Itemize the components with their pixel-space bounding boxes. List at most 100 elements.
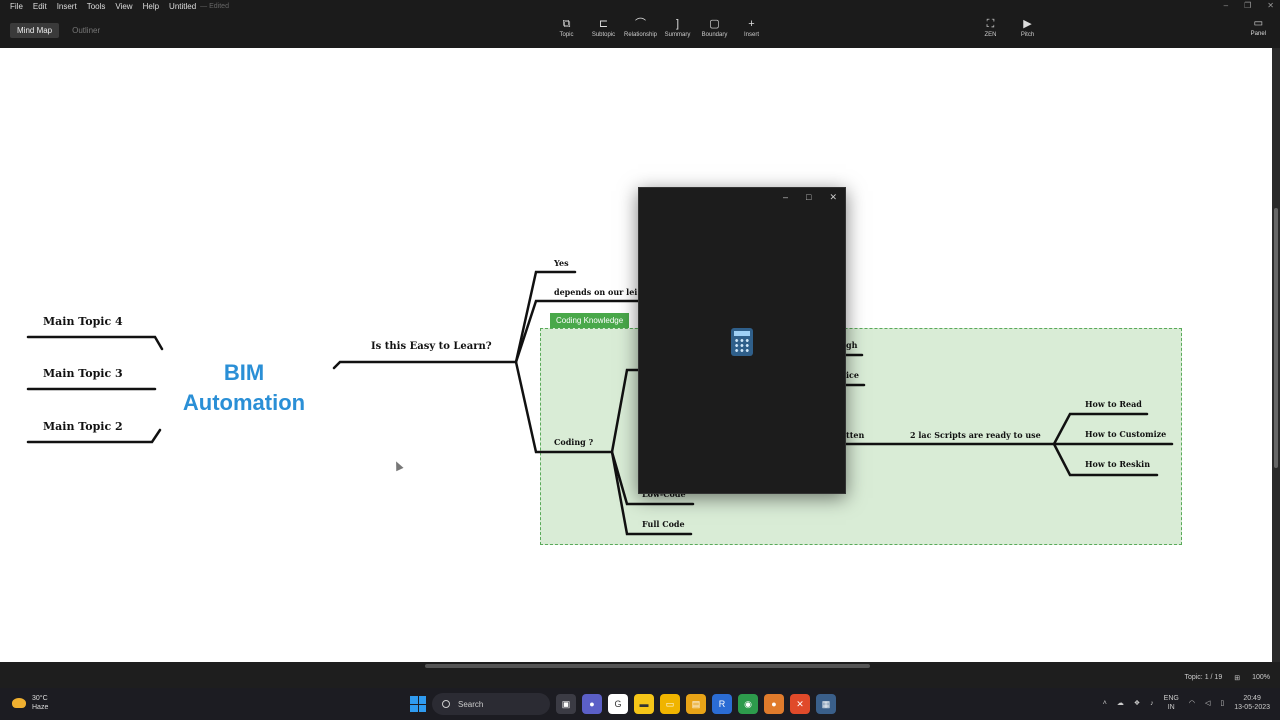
chat-icon[interactable]: ● bbox=[582, 694, 602, 714]
main-topic-4[interactable]: Main Topic 4 bbox=[43, 315, 123, 328]
menu-file[interactable]: File bbox=[10, 2, 23, 11]
main-topic-3[interactable]: Main Topic 3 bbox=[43, 367, 123, 380]
chevron-up-icon[interactable]: ˄ bbox=[1103, 700, 1107, 707]
central-topic[interactable]: BIM Automation bbox=[168, 358, 320, 418]
title-bar: File Edit Insert Tools View Help Untitle… bbox=[0, 0, 1280, 48]
answer-yes[interactable]: Yes bbox=[554, 258, 569, 268]
subtopic-icon: ⊏ bbox=[598, 18, 609, 30]
calculator-taskbar-icon[interactable]: ▦ bbox=[816, 694, 836, 714]
boundary-button[interactable]: ▢ Boundary bbox=[696, 17, 733, 38]
relationship-button[interactable]: ⌒ Relationship bbox=[622, 17, 659, 38]
zen-label: ZEN bbox=[984, 32, 997, 38]
boundary-icon: ▢ bbox=[709, 18, 720, 30]
search-placeholder: Search bbox=[458, 699, 484, 709]
revit-icon[interactable]: R bbox=[712, 694, 732, 714]
main-branch-topic[interactable]: Is this Easy to Learn? bbox=[371, 341, 492, 352]
calculator-window[interactable]: – □ ✕ bbox=[638, 187, 846, 494]
windows-start-icon[interactable] bbox=[410, 696, 426, 712]
task-view-icon[interactable]: ▣ bbox=[556, 694, 576, 714]
relationship-label: Relationship bbox=[623, 32, 658, 38]
insert-button[interactable]: + Insert bbox=[733, 17, 770, 38]
cloud-icon[interactable]: ☁ bbox=[1117, 699, 1124, 707]
menu-view[interactable]: View bbox=[115, 2, 132, 11]
edited-indicator: — Edited bbox=[200, 3, 229, 10]
clock[interactable]: 20:49 13-05-2023 bbox=[1234, 694, 1270, 712]
battery-icon[interactable]: ▯ bbox=[1220, 699, 1224, 707]
zen-button[interactable]: ⛶ ZEN bbox=[972, 17, 1009, 38]
close-icon[interactable]: ✕ bbox=[829, 192, 837, 203]
status-info: Topic: 1 / 19 ⊞ 100% bbox=[1184, 674, 1270, 682]
panel-label: Panel bbox=[1250, 31, 1266, 37]
panel-icon: ▭ bbox=[1253, 18, 1264, 29]
close-icon[interactable]: ✕ bbox=[1267, 1, 1274, 10]
menu-tools[interactable]: Tools bbox=[87, 2, 106, 11]
subtopic-button[interactable]: ⊏ Subtopic bbox=[585, 17, 622, 38]
summary-label: Summary bbox=[664, 32, 691, 38]
answer-depends[interactable]: depends on our lei bbox=[554, 287, 637, 297]
vertical-scroll-thumb[interactable] bbox=[1274, 208, 1278, 468]
map-icon[interactable]: ⊞ bbox=[1234, 674, 1240, 682]
restore-icon[interactable]: ❐ bbox=[1244, 1, 1251, 10]
coding-topic[interactable]: Coding ? bbox=[554, 437, 593, 447]
insert-label: Insert bbox=[743, 32, 759, 38]
relationship-icon: ⌒ bbox=[635, 18, 646, 30]
topic-button[interactable]: ⧉ Topic bbox=[548, 17, 585, 38]
volume-icon[interactable]: ◁ bbox=[1205, 699, 1210, 707]
mindmap-canvas[interactable]: Coding Knowledge Main Topic 4 Main Topic… bbox=[0, 48, 1272, 662]
tab-mind-map[interactable]: Mind Map bbox=[10, 23, 60, 38]
sticky-notes-icon[interactable]: ▬ bbox=[634, 694, 654, 714]
time: 20:49 bbox=[1243, 695, 1261, 702]
weather-condition: Haze bbox=[32, 704, 49, 711]
minimize-icon[interactable]: – bbox=[783, 192, 788, 203]
pitch-button[interactable]: ▶ Pitch bbox=[1009, 17, 1046, 38]
xmind-icon[interactable]: ✕ bbox=[790, 694, 810, 714]
summary-button[interactable]: ] Summary bbox=[659, 17, 696, 38]
main-toolbar: ⧉ Topic ⊏ Subtopic ⌒ Relationship ] Summ… bbox=[548, 17, 770, 38]
scripts-topic[interactable]: 2 lac Scripts are ready to use bbox=[910, 430, 1041, 440]
view-toolbar: ⛶ ZEN ▶ Pitch bbox=[972, 17, 1046, 38]
tab-outliner[interactable]: Outliner bbox=[65, 23, 107, 38]
taskbar-search[interactable]: Search bbox=[432, 693, 550, 715]
search-icon bbox=[442, 700, 450, 708]
dropbox-icon[interactable]: ❖ bbox=[1134, 699, 1140, 707]
topic-count: Topic: 1 / 19 bbox=[1184, 674, 1223, 681]
wifi-icon[interactable]: ◠ bbox=[1189, 699, 1195, 707]
partial-topic-3[interactable]: tten bbox=[846, 430, 864, 440]
language-indicator[interactable]: ENG IN bbox=[1164, 694, 1179, 712]
zoom-level[interactable]: 100% bbox=[1252, 674, 1270, 682]
menu-help[interactable]: Help bbox=[143, 2, 159, 11]
google-app-icon[interactable]: G bbox=[608, 694, 628, 714]
calculator-window-controls: – □ ✕ bbox=[783, 192, 837, 203]
chrome-icon[interactable]: ◉ bbox=[738, 694, 758, 714]
status-bar: Topic: 1 / 19 ⊞ 100% bbox=[0, 662, 1280, 688]
how-to-read-topic[interactable]: How to Read bbox=[1085, 399, 1142, 409]
full-code-topic[interactable]: Full Code bbox=[642, 519, 685, 529]
central-topic-line-2: Automation bbox=[182, 390, 306, 415]
menu-edit[interactable]: Edit bbox=[33, 2, 47, 11]
weather-widget[interactable]: 30°C Haze bbox=[12, 694, 48, 712]
view-tabs: Mind Map Outliner bbox=[10, 23, 107, 38]
folder-icon[interactable]: ▭ bbox=[660, 694, 680, 714]
taskbar: 30°C Haze Search ▣ ● G ▬ ▭ ▤ R ◉ ● ✕ ▦ ˄… bbox=[0, 688, 1280, 720]
horizontal-scroll-thumb[interactable] bbox=[425, 664, 870, 668]
microphone-icon[interactable]: ♪ bbox=[1150, 700, 1154, 707]
region: IN bbox=[1167, 704, 1175, 711]
vertical-scrollbar[interactable] bbox=[1272, 48, 1280, 662]
branch-line-coding-child-1 bbox=[610, 368, 640, 454]
how-to-customize-topic[interactable]: How to Customize bbox=[1085, 429, 1166, 439]
branch-line-main bbox=[332, 360, 518, 370]
branch-line-depends bbox=[514, 299, 642, 364]
document-title[interactable]: Untitled bbox=[169, 2, 196, 11]
panel-button[interactable]: ▭ Panel bbox=[1251, 17, 1266, 37]
window-controls: – ❐ ✕ bbox=[1224, 1, 1274, 10]
pitch-icon: ▶ bbox=[1023, 18, 1032, 30]
maximize-icon[interactable]: □ bbox=[806, 192, 811, 203]
main-topic-2[interactable]: Main Topic 2 bbox=[43, 420, 123, 433]
menu-insert[interactable]: Insert bbox=[57, 2, 77, 11]
how-to-reskin-topic[interactable]: How to Reskin bbox=[1085, 459, 1150, 469]
partial-topic-2[interactable]: ice bbox=[846, 370, 859, 380]
file-explorer-icon[interactable]: ▤ bbox=[686, 694, 706, 714]
browser-icon[interactable]: ● bbox=[764, 694, 784, 714]
partial-topic-1[interactable]: gh bbox=[846, 340, 857, 350]
minimize-icon[interactable]: – bbox=[1224, 1, 1228, 10]
